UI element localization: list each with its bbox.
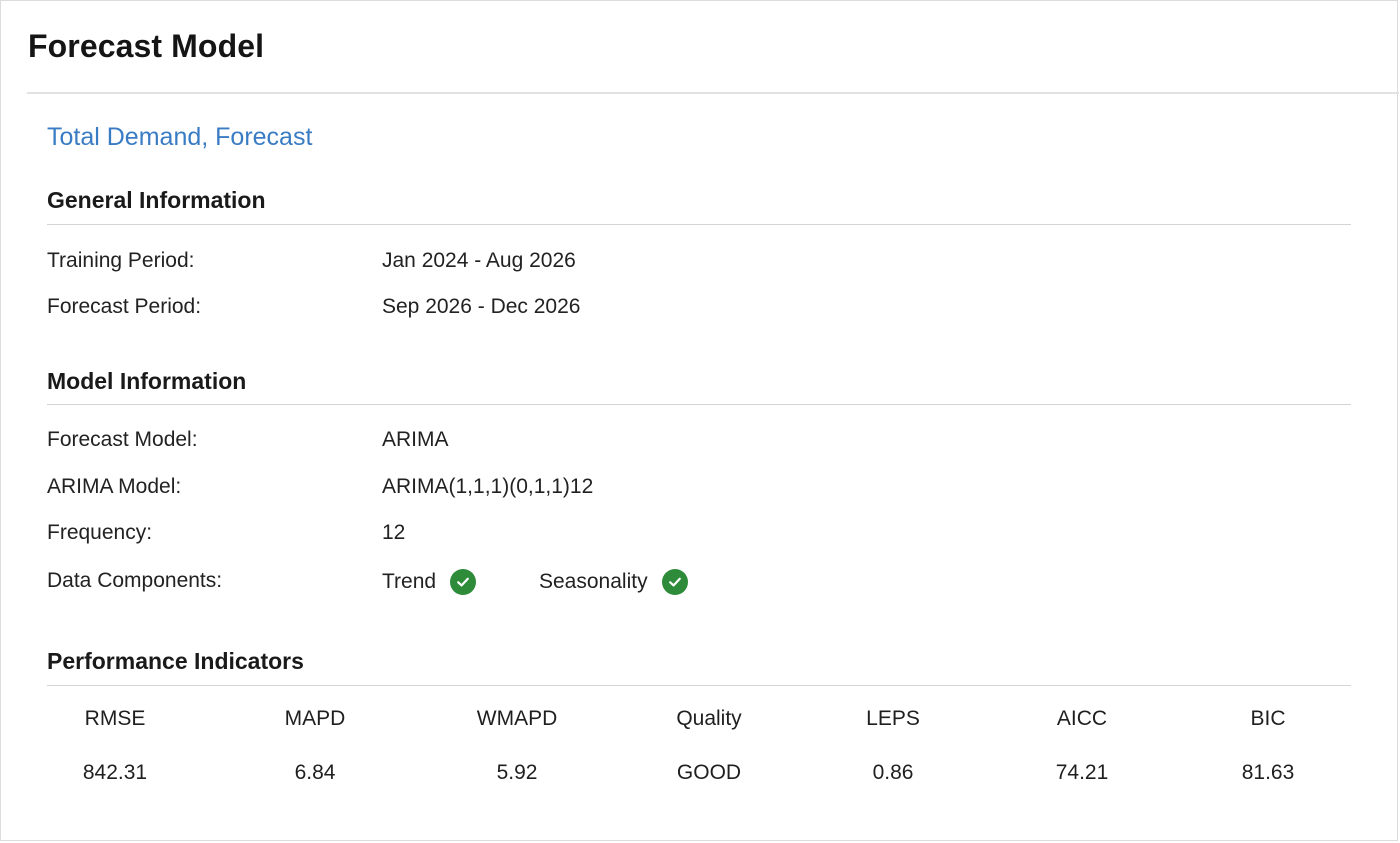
check-circle-icon (661, 569, 688, 595)
metric-value-rmse: 842.31 (82, 761, 148, 784)
frequency-label: Frequency: (47, 521, 153, 544)
training-period-value: Jan 2024 - Aug 2026 (382, 249, 576, 272)
forecast-subtitle: Total Demand, Forecast (47, 123, 313, 151)
metric-value-bic: 81.63 (1241, 761, 1295, 784)
frequency-value: 12 (382, 521, 406, 544)
metric-header-rmse: RMSE (84, 707, 146, 730)
component-seasonality-label: Seasonality (539, 570, 648, 593)
performance-indicators-divider (47, 685, 1351, 686)
metric-value-quality: GOOD (676, 761, 742, 784)
forecast-model-label: Forecast Model: (47, 428, 198, 451)
metric-header-mapd: MAPD (284, 707, 346, 730)
data-components-label: Data Components: (47, 569, 223, 592)
metric-header-aicc: AICC (1056, 707, 1108, 730)
general-information-divider (47, 224, 1351, 225)
general-information-heading: General Information (47, 187, 266, 213)
metric-header-quality: Quality (676, 707, 742, 730)
metric-value-mapd: 6.84 (294, 761, 336, 784)
training-period-label: Training Period: (47, 249, 195, 272)
metric-value-wmapd: 5.92 (496, 761, 538, 784)
metric-header-bic: BIC (1250, 707, 1286, 730)
metric-value-aicc: 74.21 (1055, 761, 1109, 784)
component-seasonality: Seasonality (539, 569, 688, 595)
model-information-heading: Model Information (47, 368, 247, 394)
metric-header-wmapd: WMAPD (476, 707, 558, 730)
check-circle-icon (450, 569, 477, 595)
forecast-model-value: ARIMA (382, 428, 449, 451)
model-information-divider (47, 404, 1351, 405)
component-trend: Trend (382, 569, 477, 595)
arima-model-value: ARIMA(1,1,1)(0,1,1)12 (382, 475, 594, 498)
component-trend-label: Trend (382, 570, 437, 593)
page-title: Forecast Model (28, 28, 265, 64)
forecast-period-label: Forecast Period: (47, 295, 202, 318)
metric-value-leps: 0.86 (872, 761, 914, 784)
forecast-period-value: Sep 2026 - Dec 2026 (382, 295, 581, 318)
metric-header-leps: LEPS (866, 707, 920, 730)
arima-model-label: ARIMA Model: (47, 475, 182, 498)
title-divider (27, 92, 1399, 94)
performance-indicators-heading: Performance Indicators (47, 648, 304, 674)
